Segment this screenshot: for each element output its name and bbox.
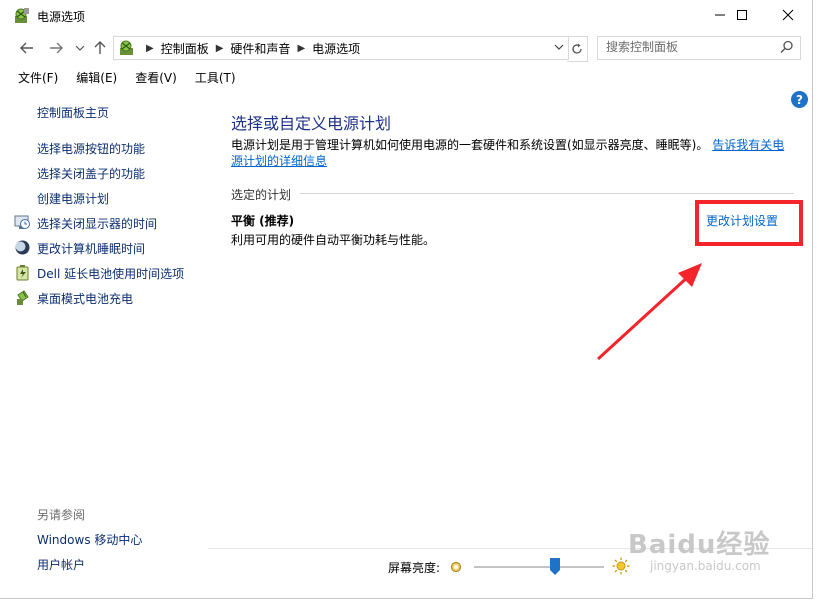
help-button[interactable]: ? <box>791 91 808 108</box>
chevron-down-icon[interactable] <box>554 40 564 54</box>
chevron-down-icon <box>75 45 85 51</box>
breadcrumb-separator-icon[interactable]: ▶ <box>216 43 224 54</box>
sidebar-user-accounts-link[interactable]: 用户帐户 <box>37 556 85 573</box>
breadcrumb-hardware-sound[interactable]: 硬件和声音 <box>230 40 290 57</box>
sidebar-create-plan-link[interactable]: 创建电源计划 <box>37 190 109 207</box>
question-mark-icon: ? <box>796 92 803 107</box>
monitor-clock-icon <box>14 215 30 229</box>
breadcrumb-power-options[interactable]: 电源选项 <box>312 40 360 57</box>
brightness-slider-track[interactable] <box>474 566 604 568</box>
page-description: 电源计划是用于管理计算机如何使用电源的一套硬件和系统设置(如显示器亮度、睡眠等)… <box>231 137 796 169</box>
maximize-icon <box>737 10 747 20</box>
sidebar-lid-close-link[interactable]: 选择关闭盖子的功能 <box>37 165 145 182</box>
breadcrumb-separator-icon[interactable]: ▶ <box>297 43 305 54</box>
sidebar-mobility-center-link[interactable]: Windows 移动中心 <box>37 531 142 548</box>
breadcrumb-control-panel[interactable]: 控制面板 <box>161 40 209 57</box>
selected-plan-heading: 选定的计划 <box>231 188 292 202</box>
menu-edit[interactable]: 编辑(E) <box>76 66 122 88</box>
recent-dropdown-button[interactable] <box>70 38 90 58</box>
arrow-right-icon <box>50 42 63 54</box>
forward-button[interactable] <box>46 38 66 58</box>
close-button[interactable] <box>765 0 811 30</box>
address-bar[interactable]: ▶ 控制面板 ▶ 硬件和声音 ▶ 电源选项 <box>113 36 569 60</box>
brightness-slider-thumb[interactable] <box>549 558 560 576</box>
breadcrumb-separator-icon[interactable]: ▶ <box>146 43 154 54</box>
sidebar-dell-battery-link[interactable]: Dell 延长电池使用时间选项 <box>37 265 184 282</box>
refresh-button[interactable] <box>567 36 588 62</box>
watermark-sub-text: jingyan.baidu.com <box>650 559 761 573</box>
main-content: 选择或自定义电源计划 电源计划是用于管理计算机如何使用电源的一套硬件和系统设置(… <box>208 88 812 548</box>
control-panel-window: 电源选项 ▶ 控制面板 ▶ 硬件和声音 ▶ 电源选项 搜索控制面板 文件(F) … <box>0 0 813 599</box>
description-text: 电源计划是用于管理计算机如何使用电源的一套硬件和系统设置(如显示器亮度、睡眠等)… <box>231 138 709 152</box>
moon-icon <box>15 240 30 255</box>
baidu-watermark: Baidu经验 jingyan.baidu.com <box>628 524 770 573</box>
menu-file[interactable]: 文件(F) <box>18 66 63 88</box>
arrow-up-icon <box>94 41 106 54</box>
menu-tools[interactable]: 工具(T) <box>195 66 241 88</box>
breadcrumb: ▶ 控制面板 ▶ 硬件和声音 ▶ 电源选项 <box>139 40 360 57</box>
search-icon[interactable] <box>780 40 794 54</box>
section-divider <box>300 193 794 194</box>
plan-description: 利用可用的硬件自动平衡功耗与性能。 <box>231 233 436 247</box>
sidebar-display-off-link[interactable]: 选择关闭显示器的时间 <box>37 215 157 232</box>
menu-view[interactable]: 查看(V) <box>135 66 182 88</box>
title-bar: 电源选项 <box>0 0 812 32</box>
window-title: 电源选项 <box>37 10 86 24</box>
refresh-icon <box>572 43 582 54</box>
control-panel-icon <box>120 40 133 55</box>
close-icon <box>782 9 794 21</box>
sidebar-desktop-charge-link[interactable]: 桌面模式电池充电 <box>37 290 133 307</box>
maximize-button[interactable] <box>719 0 765 30</box>
page-title: 选择或自定义电源计划 <box>231 114 392 133</box>
see-also-heading: 另请参阅 <box>37 508 86 522</box>
plan-name: 平衡 (推荐) <box>231 214 295 228</box>
battery-charge-icon <box>17 290 29 305</box>
sidebar-power-button-link[interactable]: 选择电源按钮的功能 <box>37 140 145 157</box>
arrow-left-icon <box>20 42 33 54</box>
sidebar-sleep-time-link[interactable]: 更改计算机睡眠时间 <box>37 240 145 257</box>
sidebar: 控制面板主页 选择电源按钮的功能 选择关闭盖子的功能 创建电源计划 选择关闭显示… <box>0 96 208 596</box>
back-button[interactable] <box>17 38 37 58</box>
brightness-dim-icon <box>450 561 462 573</box>
power-options-app-icon <box>15 8 29 23</box>
search-box[interactable] <box>597 36 801 60</box>
menu-bar: 文件(F) 编辑(E) 查看(V) 工具(T) <box>0 66 241 88</box>
dell-battery-icon <box>16 265 29 281</box>
brightness-label: 屏幕亮度: <box>388 561 441 575</box>
up-button[interactable] <box>90 38 110 58</box>
watermark-main-text: Baidu经验 <box>628 530 771 560</box>
sidebar-home-link[interactable]: 控制面板主页 <box>37 104 109 121</box>
annotation-arrow-icon <box>596 263 702 361</box>
annotation-highlight-box <box>695 200 803 246</box>
search-input[interactable] <box>606 40 766 54</box>
